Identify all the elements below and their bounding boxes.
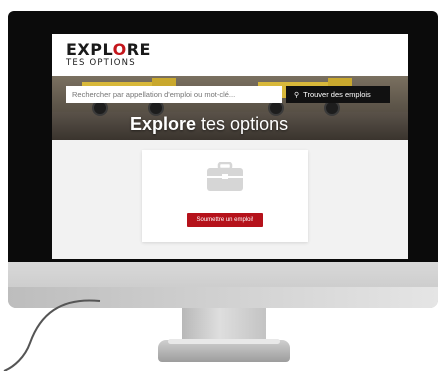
explore-logo[interactable]: EXPLORE TES OPTIONS xyxy=(66,40,151,69)
power-cable xyxy=(3,299,101,371)
monitor-stand-base-highlight xyxy=(168,339,280,344)
hero-banner: ⚲Trouver des emplois Explore tes options xyxy=(52,76,408,140)
submit-job-button[interactable]: Soumettre un emploi! xyxy=(187,213,263,227)
screen: EXPLORE TES OPTIONS ⚲Trouver des e xyxy=(52,34,408,259)
desktop-monitor-mockup: EXPLORE TES OPTIONS ⚲Trouver des e xyxy=(0,0,446,371)
hero-title: Explore tes options xyxy=(130,114,289,134)
logo-accent-letter: O xyxy=(112,40,127,59)
logo-wordmark: EXPLORE xyxy=(66,40,151,59)
submit-job-card: Soumettre un emploi! xyxy=(142,150,308,242)
logo-tagline: TES OPTIONS xyxy=(66,58,136,68)
briefcase-icon xyxy=(207,162,243,191)
site-header: EXPLORE TES OPTIONS xyxy=(52,34,408,76)
search-icon: ⚲ xyxy=(294,92,300,99)
job-search-input[interactable] xyxy=(66,86,282,103)
find-jobs-button[interactable]: ⚲ Trouver des emplois xyxy=(286,86,390,103)
find-jobs-label: Trouver des emplois xyxy=(303,90,371,99)
